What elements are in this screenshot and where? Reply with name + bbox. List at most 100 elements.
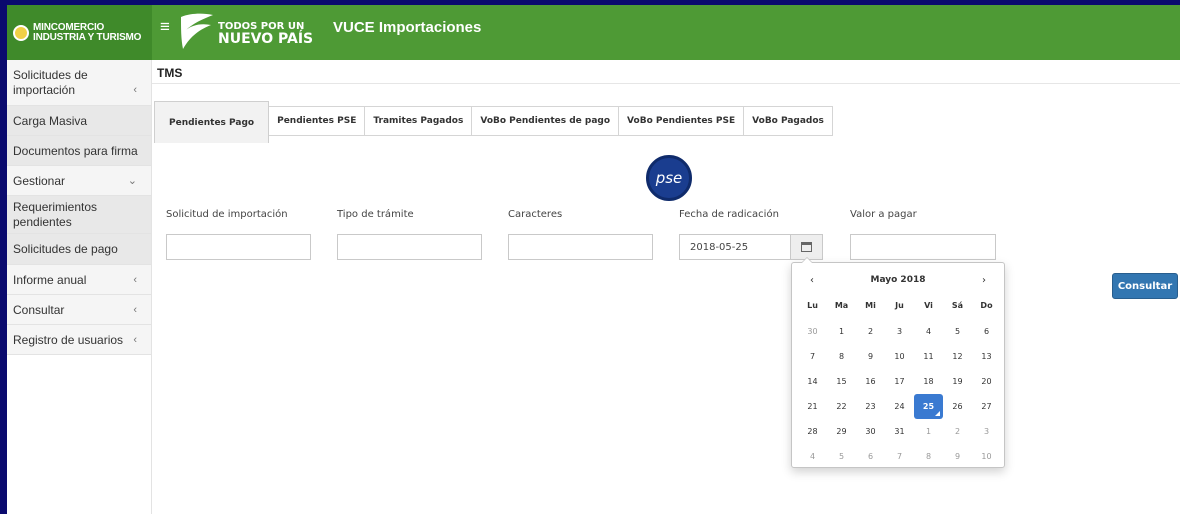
tab-tramites-pagados[interactable]: Tramites Pagados [365,106,473,136]
tab-vobo-pendientes-pago[interactable]: VoBo Pendientes de pago [472,106,620,136]
day-cell[interactable]: 14 [798,369,827,394]
sidebar-item-label: Consultar [13,302,65,317]
prev-month-icon[interactable]: ‹ [798,275,826,286]
sidebar-item-label: Documentos para firma [13,143,138,158]
sidebar-item-registro-usuarios[interactable]: Registro de usuarios ‹ [7,325,151,355]
day-cell[interactable]: 11 [914,344,943,369]
day-cell[interactable]: 18 [914,369,943,394]
calendar-icon [801,242,812,252]
sidebar: Solicitudes de importación ‹ Carga Masiv… [7,60,152,514]
day-cell[interactable]: 26 [943,394,972,419]
day-cell[interactable]: 3 [885,319,914,344]
day-cell[interactable]: 3 [972,419,1001,444]
caracteres-label: Caracteres [508,209,563,220]
weekday-header: Sá [951,300,964,310]
day-cell[interactable]: 9 [943,444,972,469]
day-cell[interactable]: 30 [856,419,885,444]
page-title: TMS [157,66,183,80]
weekday-header: Mi [865,300,876,310]
day-cell[interactable]: 7 [798,344,827,369]
tipo-tramite-label: Tipo de trámite [337,209,414,220]
day-cell[interactable]: 30 [798,319,827,344]
slogan-logo: TODOS POR UN NUEVO PAÍS [177,9,313,57]
sidebar-item-label: Gestionar [13,173,66,188]
caracteres-input[interactable] [508,234,653,260]
weekday-header: Ma [834,300,849,310]
tab-pendientes-pse[interactable]: Pendientes PSE [269,106,366,136]
day-cell[interactable]: 17 [885,369,914,394]
day-cell[interactable]: 28 [798,419,827,444]
day-cell[interactable]: 13 [972,344,1001,369]
sidebar-item-label: Carga Masiva [13,113,88,128]
mincomercio-logo[interactable]: MINCOMERCIO INDUSTRIA Y TURISMO [7,5,152,60]
day-cell[interactable]: 5 [827,444,856,469]
day-cell[interactable]: 27 [972,394,1001,419]
hamburger-icon[interactable]: ≡ [160,18,170,35]
day-cell[interactable]: 8 [914,444,943,469]
fecha-radicacion-input[interactable] [679,234,791,260]
day-cell[interactable]: 10 [885,344,914,369]
day-cell[interactable]: 1 [827,319,856,344]
sidebar-item-informe-anual[interactable]: Informe anual ‹ [7,265,151,295]
day-cell[interactable]: 7 [885,444,914,469]
day-cell[interactable]: 6 [972,319,1001,344]
slogan-line-1: TODOS POR UN [218,20,305,32]
day-cell[interactable]: 24 [885,394,914,419]
sidebar-item-label: Registro de usuarios [13,332,124,347]
day-cell[interactable]: 16 [856,369,885,394]
day-cell[interactable]: 5 [943,319,972,344]
sidebar-item-label: Solicitudes de pago [13,242,118,256]
day-cell[interactable]: 20 [972,369,1001,394]
sidebar-item-gestionar[interactable]: Gestionar ⌄ [7,166,151,196]
app-title: VUCE Importaciones [333,19,482,36]
sidebar-item-consultar[interactable]: Consultar ‹ [7,295,151,325]
day-cell[interactable]: 21 [798,394,827,419]
day-cell[interactable]: 23 [856,394,885,419]
tab-vobo-pagados[interactable]: VoBo Pagados [744,106,833,136]
tipo-tramite-input[interactable] [337,234,482,260]
chevron-left-icon: ‹ [133,84,137,96]
solicitud-label: Solicitud de importación [166,209,288,220]
tab-vobo-pendientes-pse[interactable]: VoBo Pendientes PSE [619,106,745,136]
day-cell[interactable]: 6 [856,444,885,469]
day-cell[interactable]: 10 [972,444,1001,469]
weekday-header: Lu [807,300,818,310]
sidebar-item-solicitudes-importacion[interactable]: Solicitudes de importación ‹ [7,60,151,106]
tab-pendientes-pago[interactable]: Pendientes Pago [154,101,270,143]
month-label[interactable]: Mayo 2018 [871,275,926,285]
consultar-button[interactable]: Consultar [1112,273,1178,299]
solicitud-input[interactable] [166,234,311,260]
sidebar-item-solicitudes-pago[interactable]: Solicitudes de pago [7,234,151,265]
brand-line-2: INDUSTRIA Y TURISMO [33,31,142,43]
day-cell[interactable]: 31 [885,419,914,444]
top-header: MINCOMERCIO INDUSTRIA Y TURISMO ≡ TODOS … [7,5,1180,60]
datepicker-header: ‹ Mayo 2018 › [798,269,998,291]
day-cell[interactable]: 8 [827,344,856,369]
day-cell[interactable]: 2 [856,319,885,344]
day-cell[interactable]: 2 [943,419,972,444]
day-cell[interactable]: 29 [827,419,856,444]
seal-icon [13,24,29,41]
tab-bar: Pendientes Pago Pendientes PSE Tramites … [154,101,833,143]
day-cell[interactable]: 4 [798,444,827,469]
day-cell[interactable]: 12 [943,344,972,369]
day-cell[interactable]: 15 [827,369,856,394]
datepicker-popup: ‹ Mayo 2018 › Lu Ma Mi Ju Vi Sá Do 30 1 2 3 4 5 6 7 8 9 1… [791,257,1005,469]
window-frame-left [0,0,7,514]
sidebar-item-documentos-firma[interactable]: Documentos para firma [7,136,151,166]
day-cell[interactable]: 19 [943,369,972,394]
sidebar-item-requerimientos-pendientes[interactable]: Requerimientos pendientes [7,196,151,234]
day-cell[interactable]: 22 [827,394,856,419]
day-cell[interactable]: 4 [914,319,943,344]
day-cell-selected[interactable]: 25 [914,394,943,419]
sidebar-item-label: Solicitudes de importación [13,67,88,97]
day-cell[interactable]: 9 [856,344,885,369]
next-month-icon[interactable]: › [970,275,998,286]
valor-pagar-input[interactable] [850,234,996,260]
weekday-header: Vi [924,300,933,310]
sidebar-item-label: Requerimientos pendientes [13,199,98,229]
fecha-radicacion-label: Fecha de radicación [679,209,779,220]
sidebar-item-label: Informe anual [13,272,87,287]
day-cell[interactable]: 1 [914,419,943,444]
sidebar-item-carga-masiva[interactable]: Carga Masiva [7,106,151,136]
